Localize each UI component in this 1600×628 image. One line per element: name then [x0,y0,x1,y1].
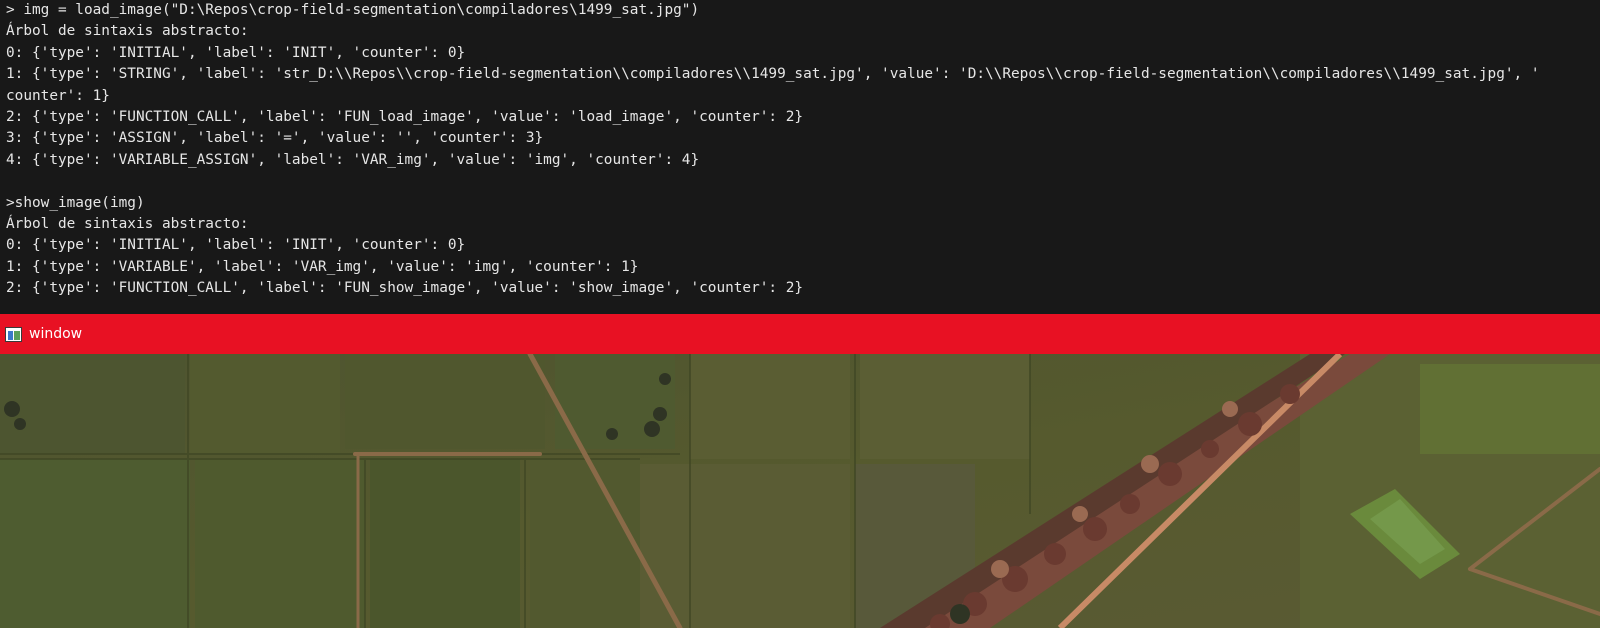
terminal-line: counter': 1} [6,87,110,104]
terminal-line: 4: {'type': 'VARIABLE_ASSIGN', 'label': … [6,151,700,168]
terminal-panel[interactable]: > img = load_image("D:\Repos\crop-field-… [0,0,1600,314]
window-titlebar[interactable]: window [0,314,1600,354]
satellite-image [0,354,1600,628]
terminal-line: 0: {'type': 'INITIAL', 'label': 'INIT', … [6,237,466,254]
terminal-output: > img = load_image("D:\Repos\crop-field-… [6,0,1596,299]
terminal-line: > img = load_image("D:\Repos\crop-field-… [6,2,700,18]
terminal-line: >show_image(img) [6,194,145,211]
terminal-line: Árbol de sintaxis abstracto: [6,215,249,232]
terminal-line: 2: {'type': 'FUNCTION_CALL', 'label': 'F… [6,108,804,125]
terminal-line: Árbol de sintaxis abstracto: [6,23,249,40]
terminal-line: 2: {'type': 'FUNCTION_CALL', 'label': 'F… [6,280,804,297]
app-window-icon [5,326,22,342]
terminal-line: 3: {'type': 'ASSIGN', 'label': '=', 'val… [6,130,544,147]
terminal-line: 1: {'type': 'STRING', 'label': 'str_D:\\… [6,66,1540,83]
window-title: window [29,326,83,342]
terminal-line: 1: {'type': 'VARIABLE', 'label': 'VAR_im… [6,258,639,275]
terminal-line: 0: {'type': 'INITIAL', 'label': 'INIT', … [6,44,466,61]
